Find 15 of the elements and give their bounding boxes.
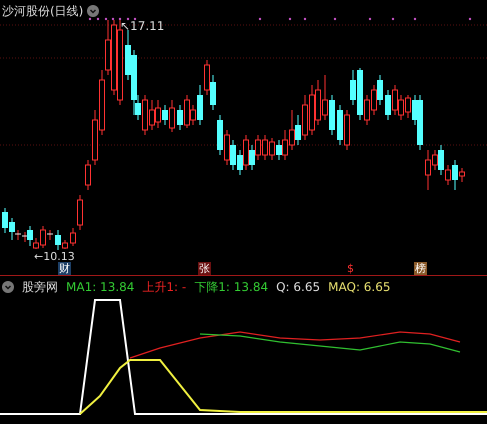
- event-marker: 张: [198, 262, 211, 275]
- event-marker: 财: [58, 262, 71, 275]
- price-label: ↖17.11: [120, 20, 164, 32]
- dropdown-icon[interactable]: [2, 281, 14, 293]
- indicator-value: 下降1: 13.84: [194, 279, 268, 296]
- event-marker: $: [346, 262, 355, 275]
- event-marker: 榜: [414, 262, 427, 275]
- indicator-value: 上升1: -: [142, 279, 186, 296]
- indicator-value: MA1: 13.84: [66, 279, 134, 296]
- indicator-name: 股旁网: [22, 279, 58, 296]
- dropdown-icon[interactable]: [87, 5, 100, 17]
- price-label: ←10.13: [34, 251, 75, 262]
- indicator-value: Q: 6.65: [276, 279, 320, 296]
- indicator-value: MAQ: 6.65: [328, 279, 391, 296]
- chart-title: 沙河股份(日线): [2, 3, 84, 20]
